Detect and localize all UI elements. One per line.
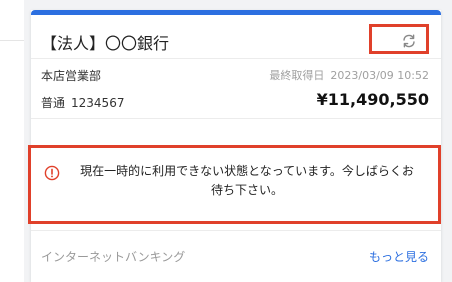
branch-name: 本店営業部 — [41, 69, 102, 83]
last-updated: 最終取得日 2023/03/09 10:52 — [269, 67, 429, 83]
error-message-box: 現在一時的に利用できない状態となっています。今しばらくお待ち下さい。 — [28, 145, 441, 224]
bank-name: 【法人】〇〇銀行 — [41, 34, 170, 53]
see-more-link[interactable]: もっと見る — [369, 248, 429, 265]
account-type: 普通 — [41, 96, 66, 110]
bank-account-card: 【法人】〇〇銀行 本店営業部 最終取得日 2023/03/09 10:52 普通 1… — [28, 10, 441, 282]
balance-divider — [31, 118, 441, 119]
internet-banking-label: インターネットバンキング — [41, 250, 186, 264]
header-divider — [31, 58, 441, 59]
background-divider — [0, 40, 24, 41]
card-accent-bar — [31, 10, 441, 15]
refresh-button[interactable] — [369, 24, 429, 54]
account-info: 普通 1234567 — [41, 94, 124, 111]
alert-circle-icon — [44, 165, 60, 181]
account-number: 1234567 — [71, 96, 125, 110]
last-updated-value: 2023/03/09 10:52 — [330, 69, 429, 82]
background-panel — [0, 0, 24, 282]
last-updated-label: 最終取得日 — [269, 69, 325, 82]
account-balance: ¥11,490,550 — [316, 90, 429, 109]
error-message-text: 現在一時的に利用できない状態となっています。今しばらくお待ち下さい。 — [80, 164, 414, 197]
refresh-icon — [403, 34, 415, 48]
footer-divider — [31, 230, 441, 231]
